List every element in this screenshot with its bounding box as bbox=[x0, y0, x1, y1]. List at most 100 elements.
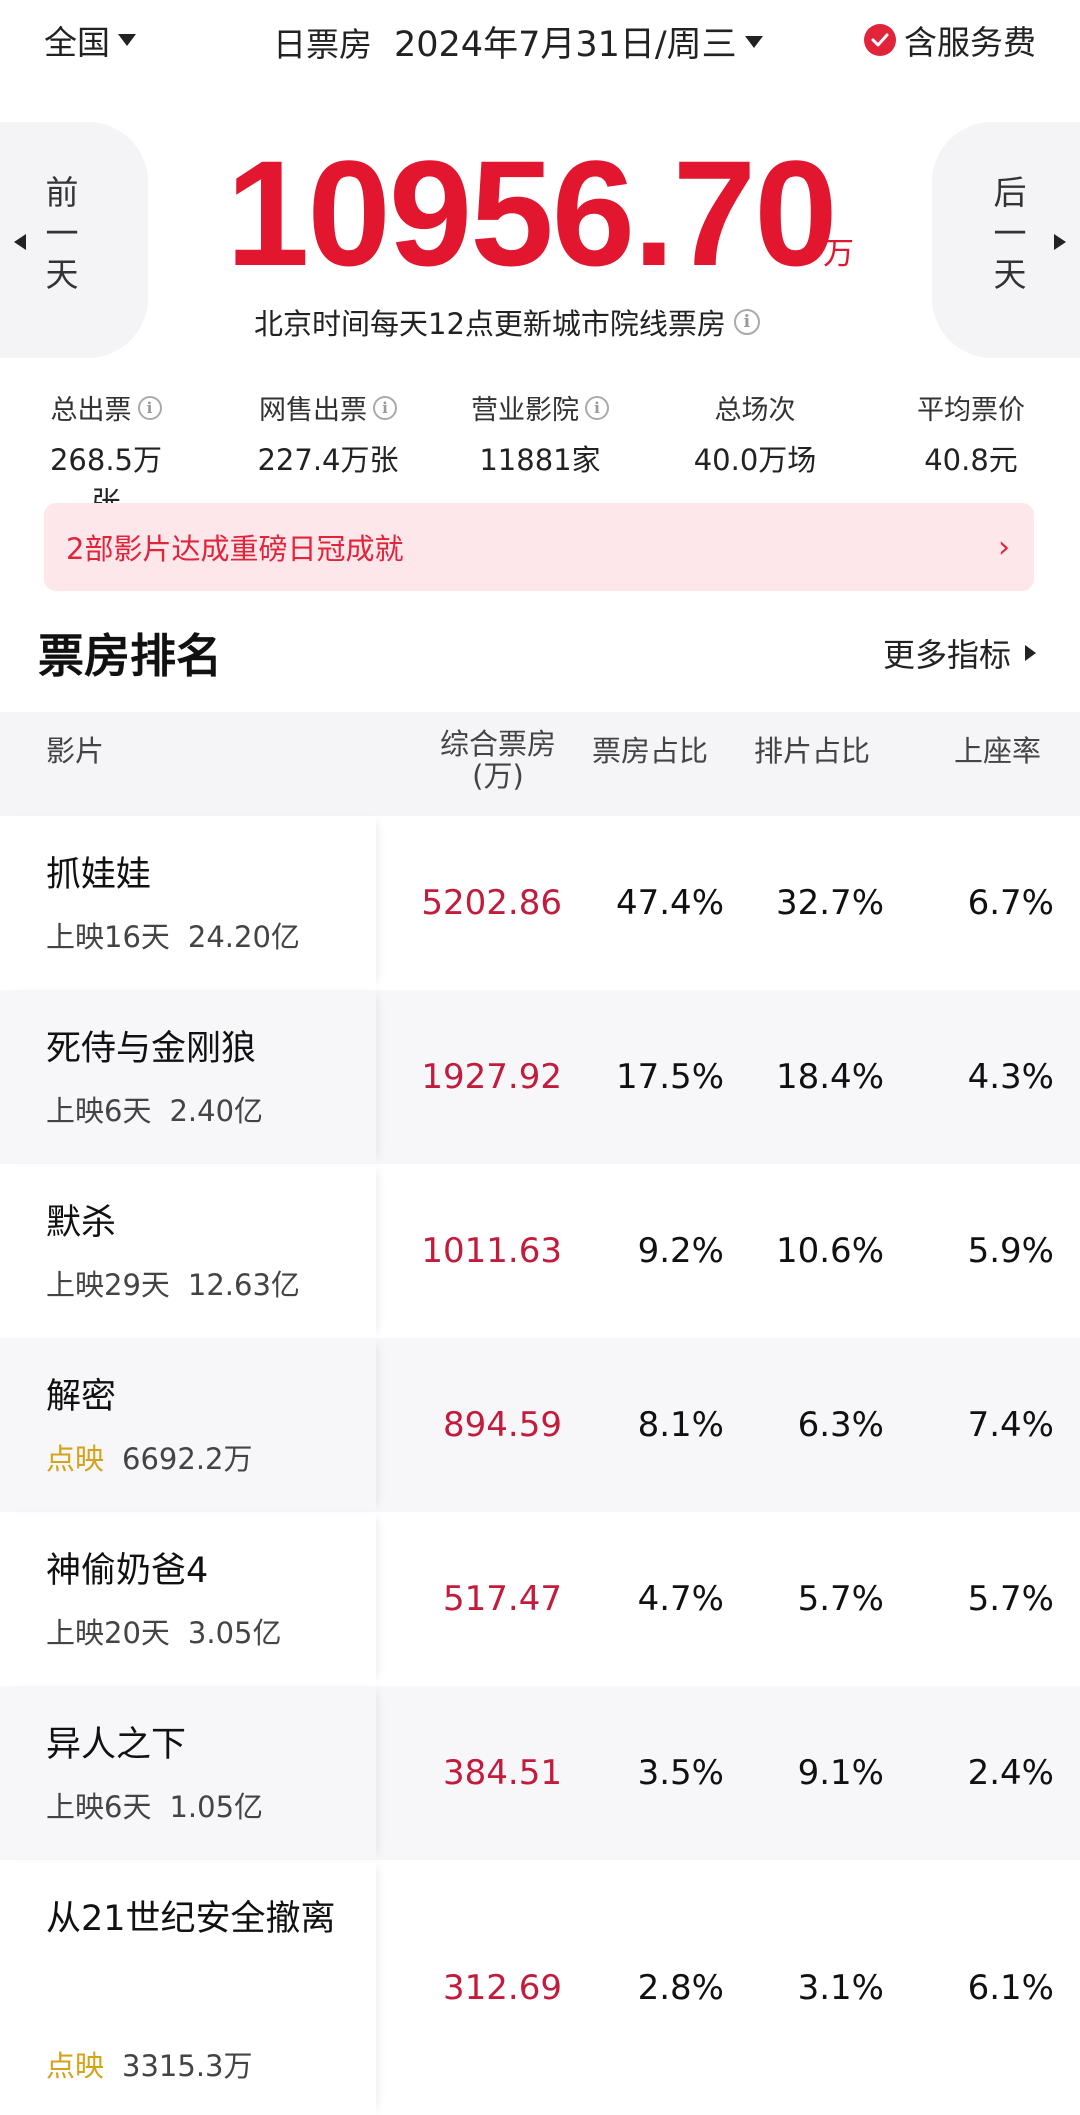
cumulative-box-office: 12.63亿 bbox=[187, 1268, 300, 1302]
column-header-screening-share[interactable]: 排片占比 bbox=[754, 728, 870, 770]
achievement-text: 2部影片达成重磅日冠成就 bbox=[66, 532, 404, 566]
arrow-left-icon bbox=[14, 234, 26, 250]
stat-cinemas: 营业影院 i 11881家 bbox=[460, 388, 620, 479]
release-status: 上映16天 bbox=[46, 920, 170, 954]
date-selector[interactable]: 日票房 2024年7月31日/周三 bbox=[273, 16, 763, 67]
film-cell: 从21世纪安全撤离点映 3315.3万 bbox=[0, 1860, 376, 2115]
info-icon[interactable]: i bbox=[137, 395, 162, 420]
achievement-banner[interactable]: 2部影片达成重磅日冠成就 › bbox=[44, 503, 1034, 591]
total-unit: 万 bbox=[823, 236, 854, 272]
film-cell: 抓娃娃上映16天 24.20亿 bbox=[0, 816, 376, 990]
table-row[interactable]: 死侍与金刚狼 上映6天 2.40亿 1927.92 17.5% 18.4% 4.3% bbox=[0, 990, 1080, 1164]
stat-label: 营业影院 bbox=[471, 395, 579, 426]
date-label: 2024年7月31日/周三 bbox=[394, 16, 763, 67]
stats-bar: 总出票 i 268.5万张 网售出票 i 227.4万张 营业影院 i 11881家 … bbox=[0, 388, 1080, 519]
table-row[interactable]: 从21世纪安全撤离 点映 3315.3万 312.69 2.8% 3.1% 6.1% bbox=[0, 1860, 1080, 2115]
box-office-share: 4.7% bbox=[637, 1579, 724, 1619]
film-release-info: 上映29天 12.63亿 bbox=[46, 1262, 300, 1304]
more-metrics-button[interactable]: 更多指标 bbox=[883, 630, 1036, 676]
release-status: 上映6天 bbox=[46, 1790, 152, 1824]
box-office-value: 1927.92 bbox=[421, 1057, 562, 1097]
table-row[interactable]: 神偷奶爸4 上映20天 3.05亿 517.47 4.7% 5.7% 5.7% bbox=[0, 1512, 1080, 1686]
column-header-unit: (万) bbox=[472, 759, 524, 793]
info-icon[interactable]: i bbox=[733, 309, 760, 335]
stat-label: 平均票价 bbox=[917, 395, 1025, 426]
release-status: 上映6天 bbox=[46, 1094, 152, 1128]
release-status: 上映29天 bbox=[46, 1268, 170, 1302]
release-status: 点映 bbox=[46, 2049, 105, 2083]
cumulative-box-office: 2.40亿 bbox=[169, 1094, 264, 1128]
table-header: 影片 综合票房 (万) 票房占比 排片占比 上座率 bbox=[0, 712, 1080, 816]
caret-down-icon bbox=[118, 34, 136, 46]
column-header-occupancy[interactable]: 上座率 bbox=[954, 728, 1041, 770]
more-metrics-label: 更多指标 bbox=[882, 636, 1011, 674]
box-office-share: 2.8% bbox=[637, 1968, 724, 2008]
info-icon[interactable]: i bbox=[373, 395, 397, 420]
top-bar: 全国 日票房 2024年7月31日/周三 含服务费 bbox=[0, 0, 1080, 82]
table-row[interactable]: 抓娃娃 上映16天 24.20亿 5202.86 47.4% 32.7% 6.7% bbox=[0, 816, 1080, 990]
column-header-box-office[interactable]: 综合票房 (万) bbox=[428, 728, 568, 792]
check-circle-icon bbox=[864, 24, 896, 56]
column-header-label: 综合票房 bbox=[439, 727, 556, 761]
occupancy-rate: 7.4% bbox=[967, 1405, 1054, 1445]
cumulative-box-office: 3.05亿 bbox=[187, 1616, 282, 1650]
film-name: 异人之下 bbox=[46, 1725, 187, 1765]
box-office-value: 1011.63 bbox=[421, 1231, 562, 1271]
service-fee-toggle[interactable]: 含服务费 bbox=[864, 16, 1036, 64]
stat-label: 网售出票 bbox=[259, 395, 367, 426]
occupancy-rate: 4.3% bbox=[967, 1057, 1054, 1097]
table-row[interactable]: 异人之下 上映6天 1.05亿 384.51 3.5% 9.1% 2.4% bbox=[0, 1686, 1080, 1860]
film-name: 从21世纪安全撤离 bbox=[46, 1899, 336, 1939]
caret-down-icon bbox=[744, 35, 763, 48]
occupancy-rate: 5.9% bbox=[967, 1231, 1054, 1271]
service-fee-label: 含服务费 bbox=[904, 23, 1036, 62]
stat-label: 总场次 bbox=[714, 395, 796, 426]
box-office-value: 5202.86 bbox=[421, 883, 562, 923]
update-note-text: 北京时间每天12点更新城市院线票房 bbox=[254, 307, 726, 341]
stat-total-tickets: 总出票 i 268.5万张 bbox=[36, 388, 176, 521]
cumulative-box-office: 3315.3万 bbox=[122, 2049, 253, 2083]
stat-value: 11881家 bbox=[479, 443, 601, 477]
release-status: 上映20天 bbox=[46, 1616, 170, 1650]
screening-share: 32.7% bbox=[775, 883, 884, 923]
film-release-info: 上映6天 2.40亿 bbox=[46, 1088, 263, 1130]
cumulative-box-office: 1.05亿 bbox=[169, 1790, 264, 1824]
total-box-office: 10956.70 bbox=[226, 129, 838, 297]
screening-share: 18.4% bbox=[775, 1057, 884, 1097]
arrow-right-icon bbox=[1054, 234, 1066, 250]
box-office-share: 47.4% bbox=[615, 883, 724, 923]
film-cell: 默杀 上映29天 12.63亿 bbox=[0, 1164, 376, 1338]
stat-value: 40.8元 bbox=[924, 443, 1018, 477]
occupancy-rate: 5.7% bbox=[967, 1579, 1054, 1619]
box-office-value: 894.59 bbox=[443, 1405, 562, 1445]
caret-right-icon bbox=[1025, 645, 1036, 661]
screening-share: 10.6% bbox=[775, 1231, 884, 1271]
stat-label: 总出票 bbox=[50, 395, 132, 426]
stat-value: 227.4万张 bbox=[257, 443, 399, 477]
film-release-info: 上映16天 24.20亿 bbox=[46, 914, 300, 956]
column-header-bo-share[interactable]: 票房占比 bbox=[592, 728, 708, 770]
film-release-info: 点映 3315.3万 bbox=[46, 2043, 253, 2085]
film-name: 解密 bbox=[46, 1377, 117, 1417]
film-cell: 神偷奶爸4 上映20天 3.05亿 bbox=[0, 1512, 376, 1686]
film-cell: 死侍与金刚狼 上映6天 2.40亿 bbox=[0, 990, 376, 1164]
next-day-label: 后一天 bbox=[993, 173, 1027, 294]
table-row[interactable]: 解密 点映 6692.2万 894.59 8.1% 6.3% 7.4% bbox=[0, 1338, 1080, 1512]
film-cell: 解密点映 6692.2万 bbox=[0, 1338, 376, 1512]
info-icon[interactable]: i bbox=[585, 395, 609, 420]
table-row[interactable]: 默杀 上映29天 12.63亿 1011.63 9.2% 10.6% 5.9% bbox=[0, 1164, 1080, 1338]
section-title: 票房排名 bbox=[38, 629, 222, 683]
release-status: 点映 bbox=[46, 1442, 105, 1476]
screening-share: 9.1% bbox=[797, 1753, 884, 1793]
cumulative-box-office: 6692.2万 bbox=[122, 1442, 253, 1476]
stat-avg-price: 平均票价 40.8元 bbox=[906, 388, 1036, 479]
film-release-info: 上映6天 1.05亿 bbox=[46, 1784, 263, 1826]
box-office-share: 9.2% bbox=[637, 1231, 724, 1271]
region-selector[interactable]: 全国 bbox=[44, 16, 136, 64]
box-office-value: 312.69 bbox=[443, 1968, 562, 2008]
occupancy-rate: 2.4% bbox=[967, 1753, 1054, 1793]
report-type-label: 日票房 bbox=[273, 24, 372, 64]
film-name: 抓娃娃 bbox=[46, 855, 152, 895]
box-office-share: 3.5% bbox=[637, 1753, 724, 1793]
film-release-info: 上映20天 3.05亿 bbox=[46, 1610, 281, 1652]
